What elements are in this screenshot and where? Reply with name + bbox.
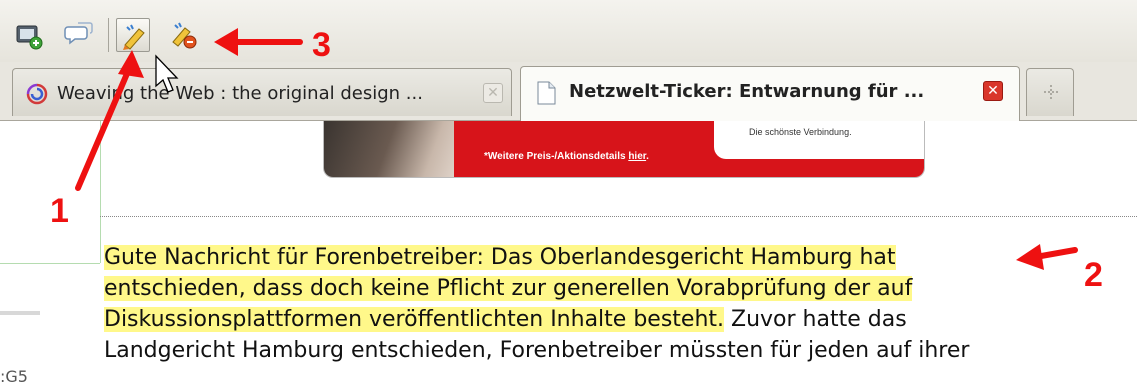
annotation-toolbar xyxy=(0,0,1137,63)
comments-button[interactable] xyxy=(62,18,96,52)
tab-bar: Weaving the Web : the original design ..… xyxy=(0,62,1137,121)
ad-text-end: . xyxy=(646,151,649,162)
new-tab-button[interactable] xyxy=(1026,68,1074,116)
highlighted-text[interactable]: Diskussionsplattformen veröffentlichten … xyxy=(104,307,725,332)
ad-text: *Weitere Preis-/Aktionsdetails xyxy=(484,151,629,162)
tab-title: Weaving the Web : the original design ..… xyxy=(57,83,423,104)
sidebar-border-bottom xyxy=(0,263,100,264)
close-icon: ✕ xyxy=(987,83,999,99)
tab-netzwelt-ticker[interactable]: Netzwelt-Ticker: Entwarnung für ... ✕ xyxy=(520,66,1020,121)
swirl-favicon-icon xyxy=(26,83,48,105)
highlighter-remove-icon xyxy=(172,22,197,49)
tab-close-button[interactable]: ✕ xyxy=(483,83,503,103)
article-line: Gute Nachricht für Forenbetreiber: Das O… xyxy=(104,242,1124,273)
ad-details-text: *Weitere Preis-/Aktionsdetails hier. xyxy=(484,151,649,162)
divider xyxy=(0,311,40,315)
close-icon: ✕ xyxy=(487,85,499,101)
remove-highlight-button[interactable] xyxy=(166,18,200,52)
page-content: :G5 Die schönste Verbindung. *Weitere Pr… xyxy=(0,121,1137,386)
ad-slogan: Die schönste Verbindung. xyxy=(749,127,852,137)
highlighter-pen-icon xyxy=(123,24,145,50)
highlighted-text[interactable]: Gute Nachricht für Forenbetreiber: Das O… xyxy=(104,245,896,270)
ad-photo xyxy=(324,121,464,177)
dotted-separator xyxy=(100,216,1137,217)
article-text-span: Landgericht Hamburg entschieden, Forenbe… xyxy=(104,338,970,363)
sidebar-border xyxy=(100,121,101,263)
advertisement-banner[interactable]: Die schönste Verbindung. *Weitere Preis-… xyxy=(323,121,925,178)
document-icon xyxy=(537,81,556,105)
tab-title: Netzwelt-Ticker: Entwarnung für ... xyxy=(569,81,925,102)
speech-bubbles-icon xyxy=(64,22,93,45)
ad-details-link[interactable]: hier xyxy=(628,151,646,162)
add-comment-button[interactable] xyxy=(12,18,46,52)
toolbar-separator xyxy=(108,18,109,52)
tab-close-button[interactable]: ✕ xyxy=(983,81,1003,101)
highlighted-text[interactable]: entschieden, dass doch keine Pflicht zur… xyxy=(104,276,913,301)
tab-weaving-the-web[interactable]: Weaving the Web : the original design ..… xyxy=(12,68,512,116)
add-comment-icon xyxy=(16,25,43,50)
highlight-button[interactable] xyxy=(116,18,150,52)
article-line: Landgericht Hamburg entschieden, Forenbe… xyxy=(104,335,1124,366)
article-line: Diskussionsplattformen veröffentlichten … xyxy=(104,304,1124,335)
new-tab-icon xyxy=(1044,85,1058,99)
sidebar-text-fragment: :G5 xyxy=(0,367,28,386)
article-text-span: Zuvor hatte das xyxy=(724,307,907,332)
article-text: Gute Nachricht für Forenbetreiber: Das O… xyxy=(104,242,1124,366)
article-line: entschieden, dass doch keine Pflicht zur… xyxy=(104,273,1124,304)
